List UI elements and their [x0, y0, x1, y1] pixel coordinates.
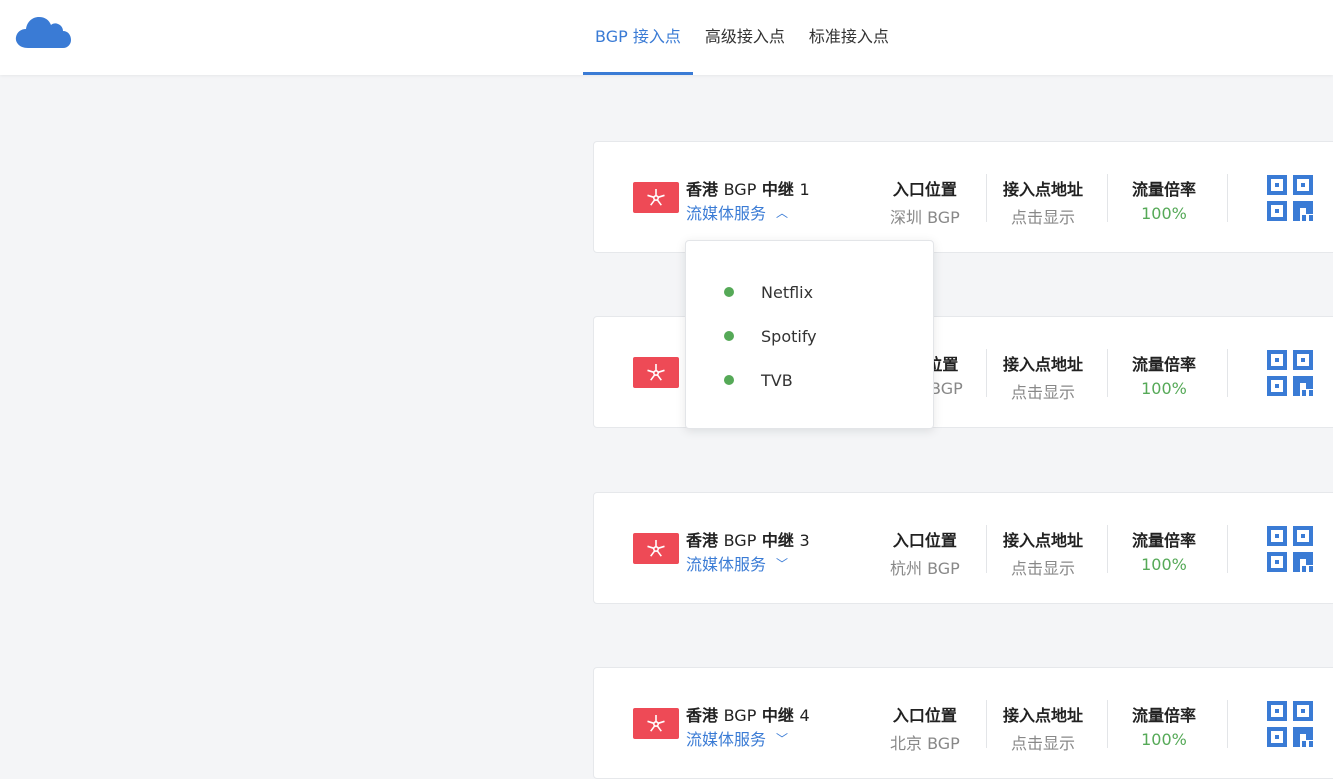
node-name: 香港 BGP 中继 1 [686, 180, 810, 199]
status-dot-icon [724, 375, 734, 385]
node-card: 香港 BGP 中继 1 流媒体服务 ︿ 入口位置 深圳 BGP 接入点地址 点击显… [593, 141, 1333, 253]
hong-kong-flag-icon [633, 533, 679, 564]
chevron-down-icon: ﹀ [776, 557, 789, 571]
divider [986, 174, 987, 222]
traffic-multiplier: 流量倍率 100% [1132, 706, 1197, 749]
access-address: 接入点地址 点击显示 [1003, 180, 1084, 228]
show-address-link[interactable]: 点击显示 [1003, 555, 1083, 579]
tab-standard-access-point[interactable]: 标准接入点 [797, 0, 901, 75]
access-address: 接入点地址 点击显示 [1003, 531, 1084, 579]
status-dot-icon [724, 287, 734, 297]
divider [1107, 700, 1108, 748]
show-address-link[interactable]: 点击显示 [1003, 204, 1083, 228]
entry-location: 入口位置 杭州 BGP [890, 531, 960, 578]
divider [1107, 349, 1108, 397]
streaming-service-item: TVB [724, 368, 793, 392]
divider [986, 349, 987, 397]
show-address-link[interactable]: 点击显示 [1003, 379, 1083, 403]
entry-location: 入口位置 深圳 BGP [890, 180, 960, 227]
chevron-up-icon: ︿ [776, 206, 789, 220]
qr-code-icon[interactable] [1267, 350, 1313, 396]
divider [1227, 349, 1228, 397]
streaming-services-toggle[interactable]: 流媒体服务 ﹀ [686, 551, 788, 575]
divider [986, 525, 987, 573]
tab-advanced-access-point[interactable]: 高级接入点 [693, 0, 797, 75]
qr-code-icon[interactable] [1267, 701, 1313, 747]
access-point-tabs: BGP 接入点 高级接入点 标准接入点 [583, 0, 901, 75]
tab-bgp-access-point[interactable]: BGP 接入点 [583, 0, 693, 75]
divider [1227, 174, 1228, 222]
streaming-services-toggle[interactable]: 流媒体服务 ﹀ [686, 726, 788, 750]
divider [986, 700, 987, 748]
divider [1227, 700, 1228, 748]
traffic-multiplier: 流量倍率 100% [1132, 355, 1197, 398]
access-address: 接入点地址 点击显示 [1003, 355, 1084, 403]
divider [1227, 525, 1228, 573]
entry-location: 入口位置 北京 BGP [890, 706, 960, 753]
qr-code-icon[interactable] [1267, 175, 1313, 221]
node-name: 香港 BGP 中继 3 [686, 531, 810, 550]
cloud-icon[interactable] [14, 14, 72, 50]
traffic-multiplier: 流量倍率 100% [1132, 180, 1197, 223]
node-card: 香港 BGP 中继 3 流媒体服务 ﹀ 入口位置 杭州 BGP 接入点地址 点击显… [593, 492, 1333, 604]
traffic-multiplier: 流量倍率 100% [1132, 531, 1197, 574]
status-dot-icon [724, 331, 734, 341]
node-name: 香港 BGP 中继 4 [686, 706, 810, 725]
streaming-services-dropdown: Netflix Spotify TVB [685, 240, 934, 429]
hong-kong-flag-icon [633, 182, 679, 213]
hong-kong-flag-icon [633, 708, 679, 739]
hong-kong-flag-icon [633, 357, 679, 388]
streaming-service-item: Spotify [724, 324, 817, 348]
node-card: 香港 BGP 中继 4 流媒体服务 ﹀ 入口位置 北京 BGP 接入点地址 点击显… [593, 667, 1333, 779]
streaming-services-toggle[interactable]: 流媒体服务 ︿ [686, 200, 788, 224]
qr-code-icon[interactable] [1267, 526, 1313, 572]
chevron-down-icon: ﹀ [776, 732, 789, 746]
divider [1107, 525, 1108, 573]
show-address-link[interactable]: 点击显示 [1003, 730, 1083, 754]
streaming-service-item: Netflix [724, 280, 813, 304]
divider [1107, 174, 1108, 222]
top-navigation-bar: BGP 接入点 高级接入点 标准接入点 [0, 0, 1333, 75]
access-address: 接入点地址 点击显示 [1003, 706, 1084, 754]
